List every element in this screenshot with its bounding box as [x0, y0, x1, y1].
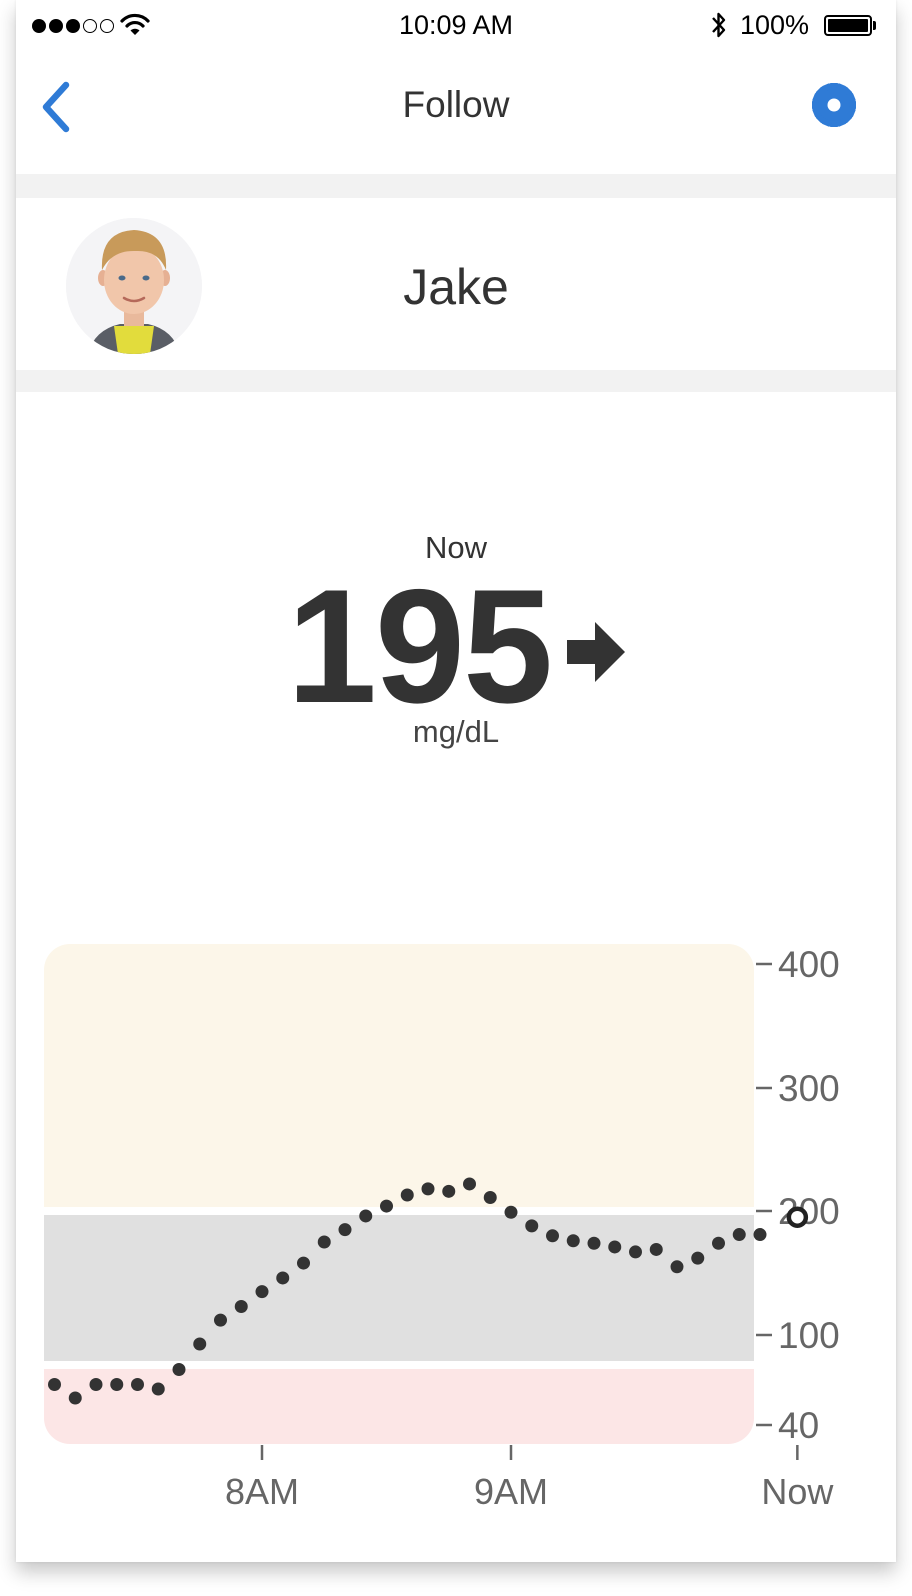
glucose-point	[691, 1251, 705, 1265]
y-tick-label: 40	[778, 1405, 819, 1446]
glucose-point	[421, 1182, 435, 1196]
glucose-point	[255, 1285, 269, 1299]
glucose-point	[463, 1177, 476, 1191]
glucose-point	[504, 1205, 518, 1219]
x-tick-label: Now	[761, 1471, 834, 1512]
glucose-point	[172, 1363, 186, 1376]
glucose-point	[442, 1184, 456, 1198]
glucose-unit: mg/dL	[412, 714, 500, 749]
glucose-point	[483, 1190, 497, 1204]
glucose-point	[89, 1378, 103, 1391]
bluetooth-icon	[712, 12, 726, 38]
glucose-point	[400, 1188, 414, 1202]
target-range-band	[44, 1215, 754, 1361]
glucose-point	[649, 1242, 663, 1256]
glucose-reading: 195	[16, 566, 896, 728]
glucose-point	[359, 1209, 373, 1223]
x-tick-label: 9AM	[474, 1471, 548, 1512]
x-tick-label: 8AM	[225, 1471, 299, 1512]
glucose-point	[338, 1223, 352, 1237]
y-tick-label: 300	[778, 1068, 840, 1109]
phone-screen: 10:09 AM 100% Follow Jake Now 195 mg/dL …	[16, 0, 896, 1562]
follower-name: Jake	[403, 259, 509, 315]
glucose-point	[629, 1245, 642, 1259]
glucose-point	[234, 1299, 248, 1313]
glucose-point	[110, 1378, 124, 1391]
y-tick-label: 200	[778, 1191, 840, 1232]
glucose-point	[608, 1240, 622, 1254]
glucose-point	[317, 1235, 331, 1249]
battery-icon	[824, 15, 872, 36]
current-reading-point	[786, 1206, 809, 1228]
section-divider	[16, 370, 896, 392]
glucose-point	[566, 1234, 580, 1248]
profile-row[interactable]: Jake	[16, 198, 896, 370]
range-bands	[44, 944, 754, 1444]
glucose-point	[670, 1260, 684, 1274]
glucose-point	[587, 1236, 601, 1250]
glucose-value: 195	[286, 556, 553, 737]
glucose-point	[546, 1229, 559, 1243]
glucose-point	[753, 1228, 767, 1242]
y-tick-label: 400	[778, 944, 840, 985]
navigation-bar: Follow	[16, 54, 896, 174]
glucose-point	[68, 1391, 82, 1405]
glucose-point	[732, 1228, 746, 1242]
status-bar: 10:09 AM 100%	[16, 0, 896, 54]
low-range-band	[44, 1369, 754, 1444]
section-divider	[16, 174, 896, 198]
glucose-point	[131, 1378, 144, 1391]
glucose-point	[276, 1271, 290, 1285]
glucose-point	[193, 1337, 207, 1351]
glucose-point	[297, 1256, 310, 1270]
page-title: Follow	[402, 84, 510, 125]
battery-tip	[873, 21, 876, 30]
glucose-point	[525, 1219, 539, 1233]
battery-percent: 100%	[740, 10, 810, 40]
glucose-point	[48, 1378, 61, 1391]
glucose-point	[380, 1199, 393, 1213]
glucose-trend-chart: 400 300 200 100 40 8AM 9AM Now	[44, 944, 840, 1512]
y-tick-label: 100	[778, 1315, 840, 1356]
glucose-point	[151, 1382, 165, 1396]
glucose-point	[712, 1236, 725, 1250]
gear-icon[interactable]	[811, 82, 857, 128]
arrow-right-icon	[567, 622, 626, 682]
high-range-band	[44, 944, 754, 1207]
glucose-point	[214, 1313, 227, 1327]
